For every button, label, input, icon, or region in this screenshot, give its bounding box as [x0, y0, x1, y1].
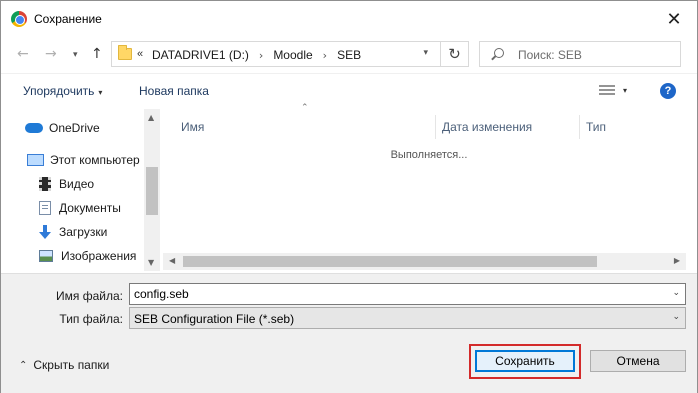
- breadcrumb-seb[interactable]: SEB: [337, 48, 361, 62]
- cancel-button[interactable]: Отмена: [590, 350, 686, 372]
- pictures-icon: [39, 250, 53, 262]
- folder-icon: [118, 45, 132, 60]
- breadcrumb-drive[interactable]: DATADRIVE1 (D:): [152, 48, 249, 62]
- navigation-pane: OneDrive Этот компьютер Видео Документы …: [7, 109, 160, 271]
- breadcrumb-moodle[interactable]: Moodle: [273, 48, 312, 62]
- dialog-title: Сохранение: [34, 12, 102, 26]
- organize-label: Упорядочить: [23, 84, 95, 98]
- file-list: ⌃ Имя Дата изменения Тип Выполняется...: [163, 103, 689, 271]
- breadcrumb-overflow[interactable]: «: [137, 48, 143, 60]
- save-button[interactable]: Сохранить: [475, 350, 575, 372]
- sidebar-item-label: Загрузки: [59, 225, 108, 239]
- recent-locations-chevron-icon[interactable]: ▾: [73, 50, 78, 60]
- sidebar-item-label: Видео: [59, 177, 95, 191]
- chevron-down-icon: ▾: [98, 88, 103, 97]
- computer-icon: [27, 154, 44, 166]
- cloud-icon: [25, 123, 43, 133]
- up-arrow-icon[interactable]: ↑: [91, 46, 103, 62]
- file-name-field[interactable]: ⌄: [129, 283, 686, 305]
- help-icon[interactable]: ?: [660, 83, 676, 99]
- search-icon: [494, 48, 504, 58]
- chevron-down-icon[interactable]: ⌄: [672, 288, 680, 298]
- scrollbar-thumb[interactable]: [183, 256, 597, 267]
- address-dropdown-icon[interactable]: ▾: [423, 48, 428, 58]
- scroll-up-icon[interactable]: ▲: [148, 113, 154, 122]
- file-type-select[interactable]: SEB Configuration File (*.seb) ⌄: [129, 307, 686, 329]
- sidebar-scrollbar[interactable]: ▲ ▼: [144, 109, 160, 271]
- file-name-label: Имя файла:: [56, 289, 123, 303]
- column-header-type[interactable]: Тип: [579, 115, 689, 139]
- navigation-bar: ← → ▾ ↑ « DATADRIVE1 (D:) › Moodle › SEB…: [1, 37, 697, 71]
- back-arrow-icon[interactable]: ←: [17, 46, 29, 62]
- file-list-scrollbar[interactable]: ◀ ▶: [163, 253, 686, 270]
- breadcrumb: DATADRIVE1 (D:) › Moodle › SEB: [152, 48, 361, 62]
- sidebar-item-label: Документы: [59, 201, 121, 215]
- file-name-input[interactable]: [134, 286, 654, 302]
- sidebar-item-label: Изображения: [61, 249, 137, 263]
- breadcrumb-separator-icon[interactable]: ›: [259, 49, 263, 62]
- command-toolbar: Упорядочить ▾ Новая папка ▾ ?: [1, 73, 697, 107]
- search-placeholder: Поиск: SEB: [518, 48, 582, 62]
- chevron-down-icon[interactable]: ⌄: [672, 312, 680, 322]
- organize-button[interactable]: Упорядочить ▾: [23, 84, 102, 98]
- column-header-date[interactable]: Дата изменения: [435, 115, 577, 139]
- sidebar-item-onedrive[interactable]: OneDrive: [25, 117, 163, 139]
- search-input[interactable]: Поиск: SEB: [479, 41, 681, 67]
- new-folder-button[interactable]: Новая папка: [139, 84, 209, 98]
- sidebar-item-label: OneDrive: [49, 121, 100, 135]
- scroll-down-icon[interactable]: ▼: [148, 258, 154, 267]
- documents-icon: [39, 201, 51, 215]
- column-header-name[interactable]: Имя: [175, 115, 433, 139]
- forward-arrow-icon[interactable]: →: [45, 46, 57, 62]
- file-type-label: Тип файла:: [59, 312, 123, 326]
- address-bar[interactable]: « DATADRIVE1 (D:) › Moodle › SEB ▾ ↻: [111, 41, 469, 67]
- sort-ascending-icon: ⌃: [301, 103, 309, 113]
- view-options-icon[interactable]: [599, 85, 615, 97]
- title-bar: Сохранение ✕: [1, 1, 697, 37]
- loading-status: Выполняется...: [390, 149, 468, 161]
- video-icon: [39, 177, 51, 191]
- view-dropdown-icon[interactable]: ▾: [623, 86, 627, 95]
- close-button[interactable]: ✕: [651, 1, 697, 37]
- refresh-icon[interactable]: ↻: [440, 42, 468, 66]
- sidebar-item-label: Этот компьютер: [50, 153, 140, 167]
- save-options-panel: Имя файла: ⌄ Тип файла: SEB Configuratio…: [1, 273, 697, 393]
- file-type-value: SEB Configuration File (*.seb): [134, 312, 295, 326]
- hide-folders-button[interactable]: ⌃ Скрыть папки: [19, 358, 109, 372]
- scroll-right-icon[interactable]: ▶: [674, 256, 680, 265]
- save-dialog: Сохранение ✕ ← → ▾ ↑ « DATADRIVE1 (D:) ›…: [0, 0, 698, 393]
- downloads-icon: [39, 225, 51, 239]
- chrome-icon: [11, 11, 27, 27]
- scroll-left-icon[interactable]: ◀: [169, 256, 175, 265]
- scrollbar-thumb[interactable]: [146, 167, 158, 215]
- hide-folders-label: Скрыть папки: [33, 358, 110, 372]
- chevron-up-icon: ⌃: [19, 359, 28, 371]
- breadcrumb-separator-icon[interactable]: ›: [323, 49, 327, 62]
